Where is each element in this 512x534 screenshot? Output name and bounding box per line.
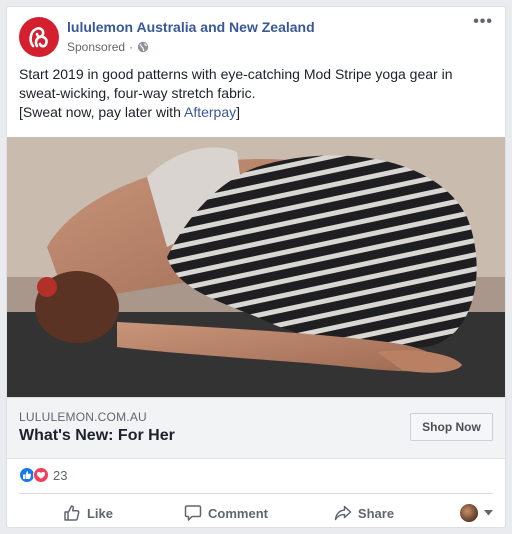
post-body-line1: Start 2019 in good patterns with eye-cat…	[19, 66, 453, 101]
page-avatar[interactable]	[19, 17, 59, 57]
post-body-line2-prefix: [Sweat now, pay later with	[19, 104, 184, 120]
ad-image[interactable]	[7, 137, 505, 397]
post-header: lululemon Australia and New Zealand Spon…	[19, 14, 493, 61]
actions-divider	[19, 493, 493, 494]
reaction-summary[interactable]: 23	[19, 463, 67, 487]
yoga-pose-photo	[7, 137, 505, 397]
link-headline[interactable]: What's New: For Her	[19, 427, 175, 445]
sponsored-post-card: lululemon Australia and New Zealand Spon…	[6, 6, 506, 528]
meta-separator: ·	[129, 40, 134, 54]
sponsored-label[interactable]: Sponsored	[67, 40, 125, 54]
post-body-text: Start 2019 in good patterns with eye-cat…	[19, 65, 497, 122]
post-as-selector[interactable]	[433, 499, 493, 527]
page-name-link[interactable]: lululemon Australia and New Zealand	[67, 19, 315, 35]
shop-now-button[interactable]: Shop Now	[410, 413, 493, 441]
post-body-line2-suffix: ]	[236, 104, 241, 120]
link-domain: LULULEMON.COM.AU	[19, 410, 147, 424]
share-label: Share	[357, 505, 395, 521]
comment-label: Comment	[208, 505, 268, 521]
post-action-bar: Like Comment Share	[19, 497, 493, 527]
reaction-count[interactable]: 23	[53, 468, 67, 483]
chevron-down-icon	[484, 510, 493, 516]
afterpay-link[interactable]: Afterpay	[184, 104, 236, 120]
love-reaction-icon	[33, 467, 49, 483]
globe-icon[interactable]	[137, 41, 149, 53]
share-button[interactable]: Share	[295, 499, 433, 527]
like-button[interactable]: Like	[19, 499, 157, 527]
comment-button[interactable]: Comment	[157, 499, 295, 527]
more-options-icon[interactable]: •••	[473, 14, 493, 30]
comment-icon	[184, 505, 202, 521]
link-preview-bar[interactable]: LULULEMON.COM.AU What's New: For Her Sho…	[7, 397, 505, 459]
post-body-line2: [Sweat now, pay later with Afterpay]	[19, 103, 497, 122]
lululemon-logo-icon	[29, 27, 48, 48]
sponsored-label-row: Sponsored ·	[67, 40, 149, 54]
thumbs-up-icon	[64, 505, 80, 521]
like-label: Like	[86, 505, 113, 521]
user-avatar	[460, 504, 478, 522]
share-arrow-icon	[334, 505, 352, 521]
